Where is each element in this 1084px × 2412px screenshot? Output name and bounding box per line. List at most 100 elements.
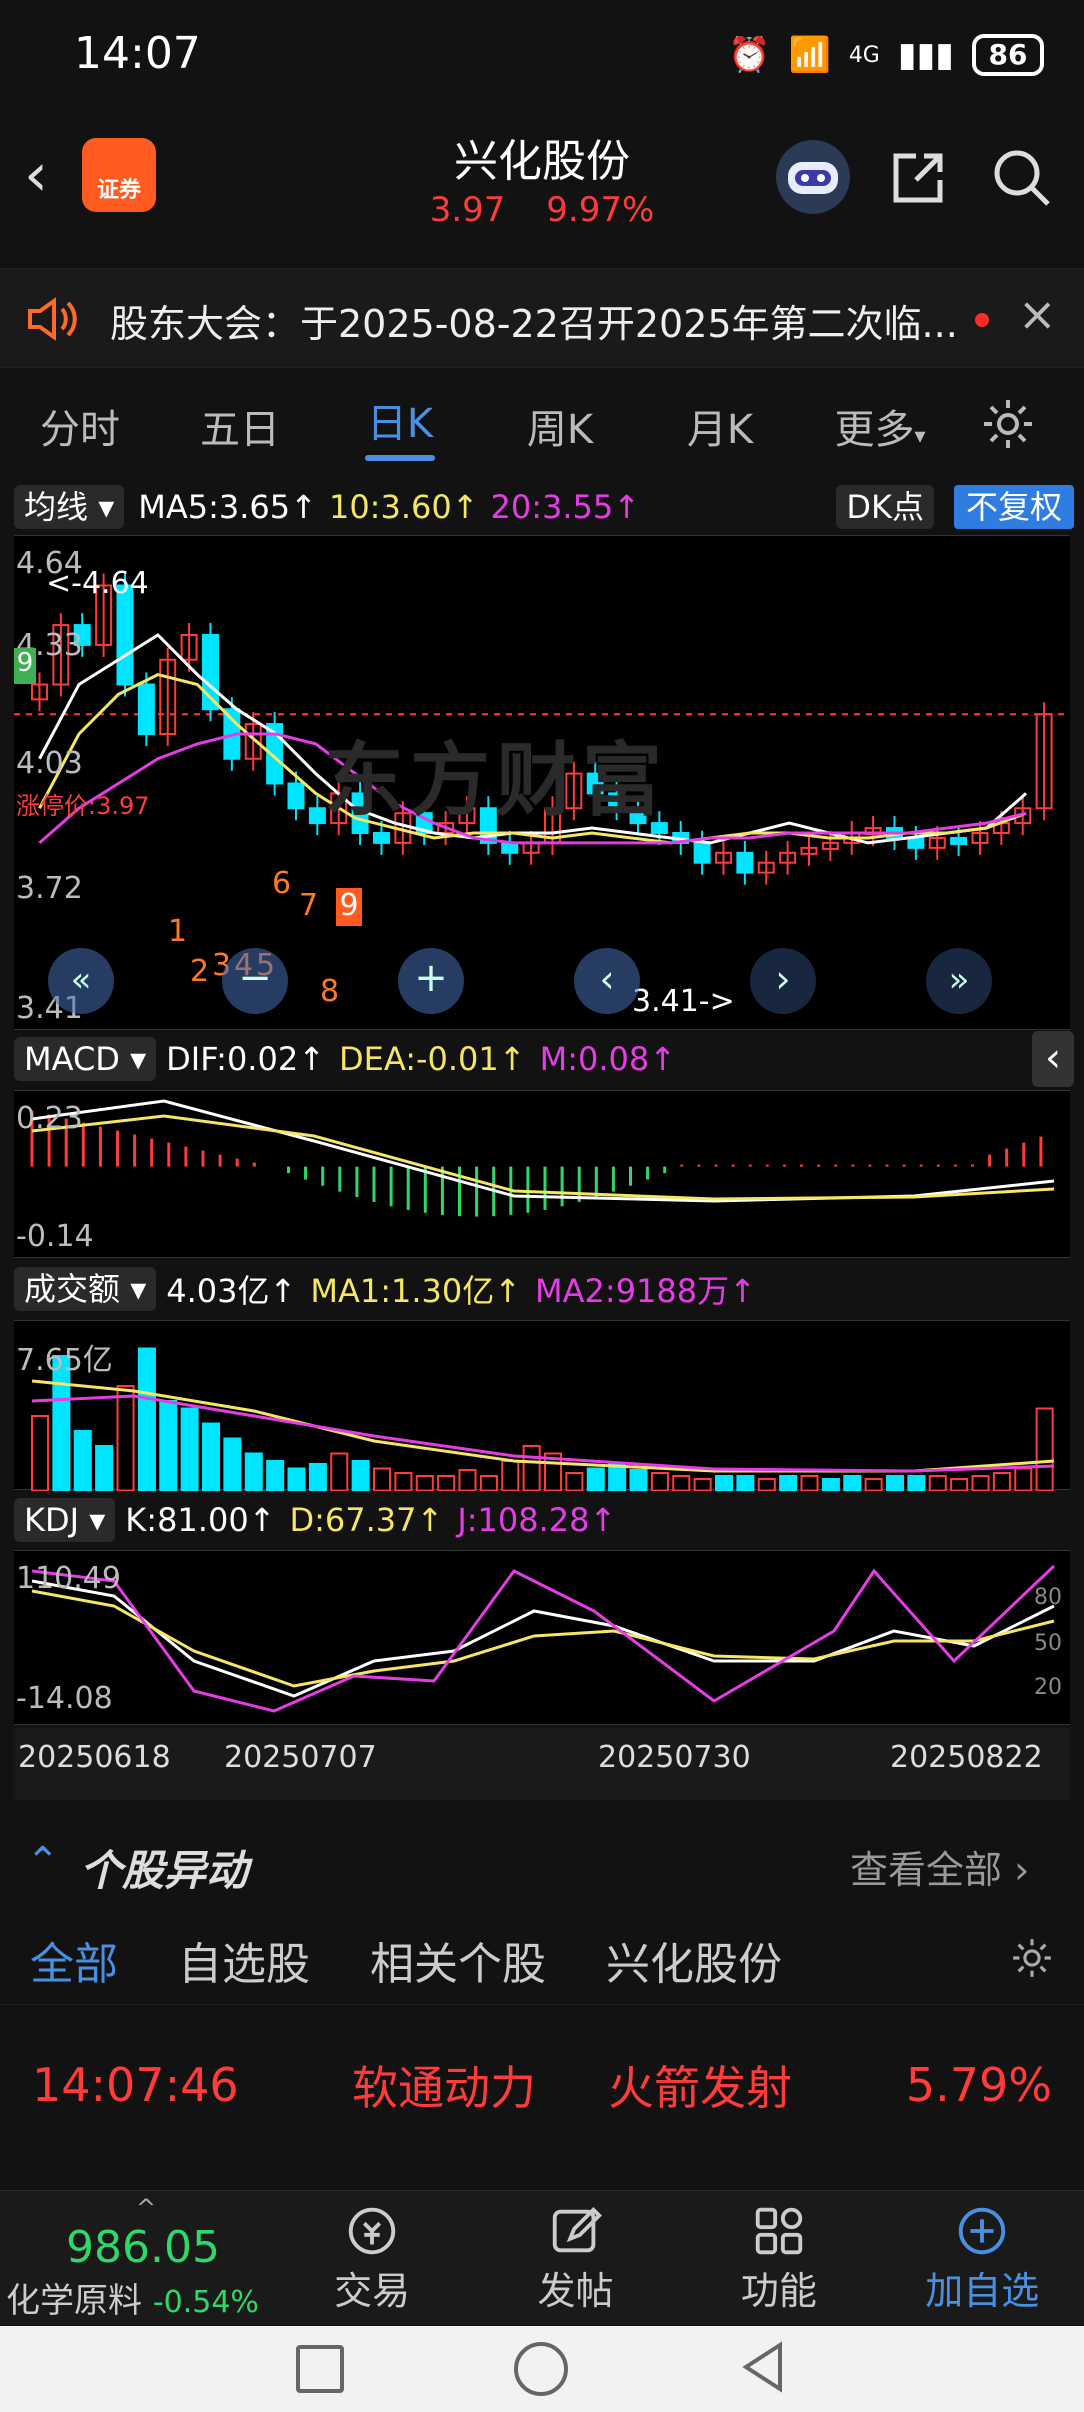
period-tabs: 分时 五日 日K 周K 月K 更多▾ [0, 378, 1084, 473]
nav-functions[interactable]: 功能 [677, 2191, 880, 2325]
tab-daily-k[interactable]: 日K [320, 391, 480, 461]
volume-tick: 7.65亿 [16, 1343, 113, 1378]
notice-banner[interactable]: 股东大会：于2025-08-22召开2025年第二次临... × [0, 268, 1084, 368]
candle-body [373, 832, 390, 844]
macd-selector[interactable]: MACD ▾ [14, 1037, 157, 1081]
collapse-panel-icon[interactable]: ‹ [1032, 1031, 1074, 1087]
nav-post[interactable]: 发帖 [474, 2191, 677, 2325]
nav-add-watchlist-label: 加自选 [925, 2268, 1040, 2313]
volume-bar [779, 1475, 798, 1491]
macd-tick-2: -0.14 [16, 1219, 94, 1254]
volume-bar [287, 1467, 306, 1491]
wifi-icon: 📶 [788, 35, 831, 75]
macd-dea: DEA:-0.01↑ [339, 1040, 526, 1078]
chevron-down-icon: ▾ [914, 423, 926, 449]
back-nav-button[interactable] [738, 2339, 788, 2399]
prev-button[interactable]: ‹ [574, 948, 640, 1014]
kdj-right-tick-3: 20 [1034, 1675, 1062, 1700]
next-button[interactable]: › [750, 948, 816, 1014]
date-axis: 20250618 20250707 20250730 20250822 [14, 1728, 1070, 1800]
filter-tab-current[interactable]: 兴化股份 [606, 1928, 782, 1992]
nav-trade[interactable]: 交易 [270, 2191, 473, 2325]
search-icon[interactable] [990, 146, 1054, 214]
volume-bar [394, 1472, 413, 1491]
ma-selector[interactable]: 均线 ▾ [14, 485, 125, 529]
chevron-up-icon[interactable]: ⌃ [26, 1839, 60, 1885]
share-icon[interactable] [888, 148, 948, 212]
volume-bar [458, 1469, 477, 1491]
edit-icon [552, 2206, 602, 2252]
volume-bar [992, 1472, 1011, 1491]
gear-icon[interactable] [980, 396, 1036, 456]
volume-bar [116, 1385, 135, 1491]
alert-row[interactable]: 14:07:46 软通动力 火箭发射 5.79% [0, 2020, 1084, 2150]
volume-bar [73, 1430, 92, 1491]
seq-down-1: 1 [168, 914, 188, 949]
macd-dif: DIF:0.02↑ [166, 1040, 325, 1078]
volume-chart[interactable]: 7.65亿 [14, 1320, 1070, 1491]
volume-bar [308, 1463, 327, 1491]
candle-body [137, 683, 155, 735]
tab-daily-k-label: 日K [366, 400, 434, 447]
home-button[interactable] [514, 2342, 568, 2396]
alert-time: 14:07:46 [32, 2058, 239, 2112]
trade-icon [348, 2207, 396, 2254]
index-change: -0.54% [152, 2285, 259, 2320]
kline-chart[interactable]: 东方财富 4.64 4.33 4.03 3.72 3.41 <-4.64 3.4… [14, 535, 1070, 1030]
macd-indicator-bar: MACD ▾ DIF:0.02↑ DEA:-0.01↑ M:0.08↑ ‹ [14, 1031, 1074, 1087]
filter-tab-all[interactable]: 全部 [30, 1928, 118, 1992]
nav-functions-label: 功能 [740, 2268, 817, 2313]
filter-tab-related[interactable]: 相关个股 [370, 1928, 546, 1992]
recent-apps-button[interactable] [296, 2345, 344, 2393]
fast-forward-button[interactable]: » [926, 948, 992, 1014]
volume-selector[interactable]: 成交额 ▾ [14, 1267, 157, 1311]
volume-bar [971, 1475, 990, 1491]
tab-five-day[interactable]: 五日 [160, 397, 320, 455]
kdj-selector[interactable]: KDJ ▾ [14, 1498, 116, 1542]
zoom-in-button[interactable]: + [398, 948, 464, 1014]
kline-tick-3: 4.03 [16, 746, 83, 781]
alert-filter-tabs: 全部 自选股 相关个股 兴化股份 [0, 1915, 1084, 2005]
tab-more-label: 更多 [834, 406, 915, 453]
close-icon[interactable]: × [1018, 287, 1057, 341]
candle-body [308, 807, 326, 825]
filter-gear-icon[interactable] [1010, 1936, 1054, 1984]
kdj-right-tick-1: 80 [1034, 1585, 1062, 1610]
volume-bar [608, 1463, 627, 1491]
date-label-2: 20250707 [224, 1740, 377, 1775]
candle-body [287, 782, 305, 810]
unread-dot [975, 313, 989, 327]
kdj-selector-label: KDJ [24, 1501, 80, 1539]
alarm-icon: ⏰ [728, 35, 771, 75]
tab-more[interactable]: 更多▾ [800, 397, 960, 455]
candle-body [950, 836, 968, 845]
volume-bar [629, 1469, 648, 1491]
view-all-label: 查看全部 [850, 1848, 1003, 1892]
dk-point-button[interactable]: DK点 [836, 485, 934, 529]
kdj-chart[interactable]: 110.49 -14.08 80 50 20 [14, 1550, 1070, 1725]
tab-monthly-k[interactable]: 月K [640, 397, 800, 455]
kdj-tick-1: 110.49 [16, 1561, 121, 1596]
volume-bar [223, 1437, 242, 1491]
volume-bar [565, 1472, 584, 1491]
tab-intraday[interactable]: 分时 [0, 397, 160, 455]
volume-bar [864, 1478, 883, 1491]
filter-tab-watchlist[interactable]: 自选股 [178, 1928, 310, 1992]
seq-down-2: 2 [190, 954, 210, 989]
ma5-value: MA5:3.65↑ [138, 488, 317, 526]
index-widget[interactable]: ^ 986.05 化学原料 -0.54% [0, 2191, 270, 2325]
status-bar: 14:07 ⏰ 📶 4G ▮▮▮ 86 [0, 0, 1084, 110]
tab-weekly-k[interactable]: 周K [480, 397, 640, 455]
adjust-type-button[interactable]: 不复权 [953, 485, 1074, 529]
volume-bar [31, 1415, 50, 1491]
nav-add-watchlist[interactable]: 加自选 [881, 2191, 1084, 2325]
volume-bar [907, 1475, 926, 1491]
candle-body [693, 841, 711, 864]
kdj-j: J:108.28↑ [457, 1501, 617, 1539]
macd-chart[interactable]: 0.23 -0.14 [14, 1090, 1070, 1258]
rewind-button[interactable]: « [48, 948, 114, 1014]
zoom-out-button[interactable]: − [222, 948, 288, 1014]
view-all-link[interactable]: 查看全部 › [850, 1839, 1029, 1894]
robot-assistant-icon[interactable] [776, 140, 850, 214]
volume-bar [373, 1467, 392, 1491]
